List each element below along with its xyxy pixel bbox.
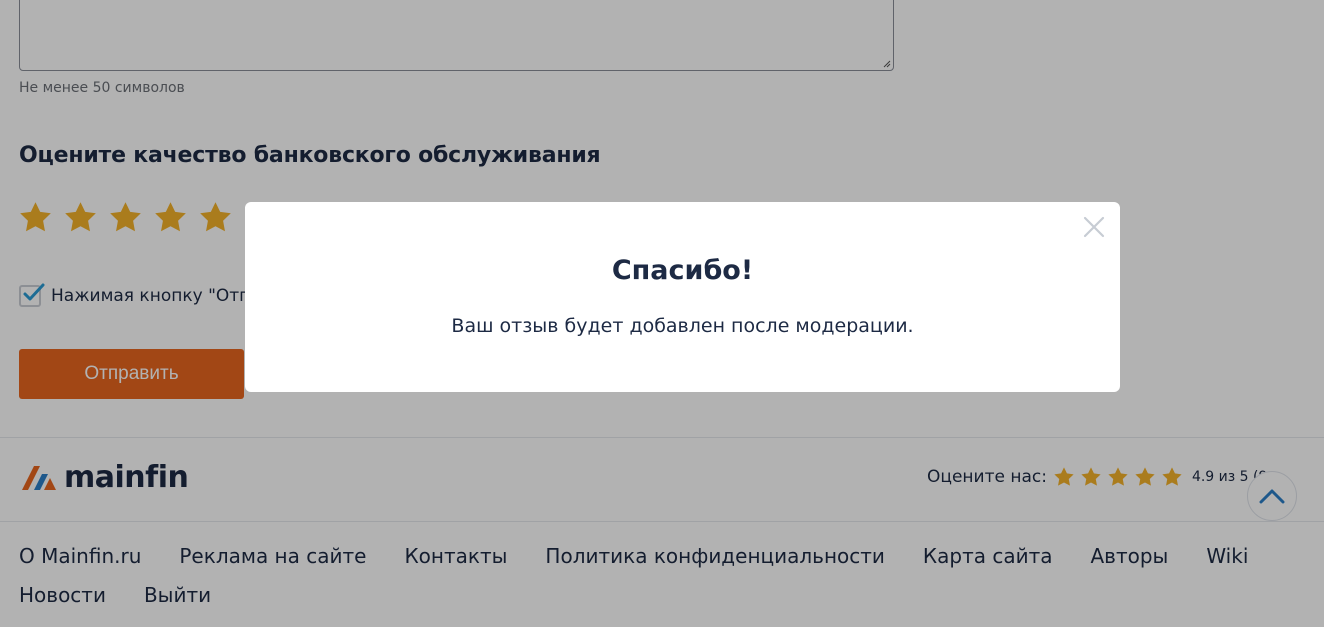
thank-you-modal: Спасибо! Ваш отзыв будет добавлен после … bbox=[245, 202, 1120, 392]
modal-title: Спасибо! bbox=[611, 255, 754, 286]
close-icon[interactable] bbox=[1083, 216, 1105, 238]
modal-message: Ваш отзыв будет добавлен после модерации… bbox=[451, 315, 914, 337]
